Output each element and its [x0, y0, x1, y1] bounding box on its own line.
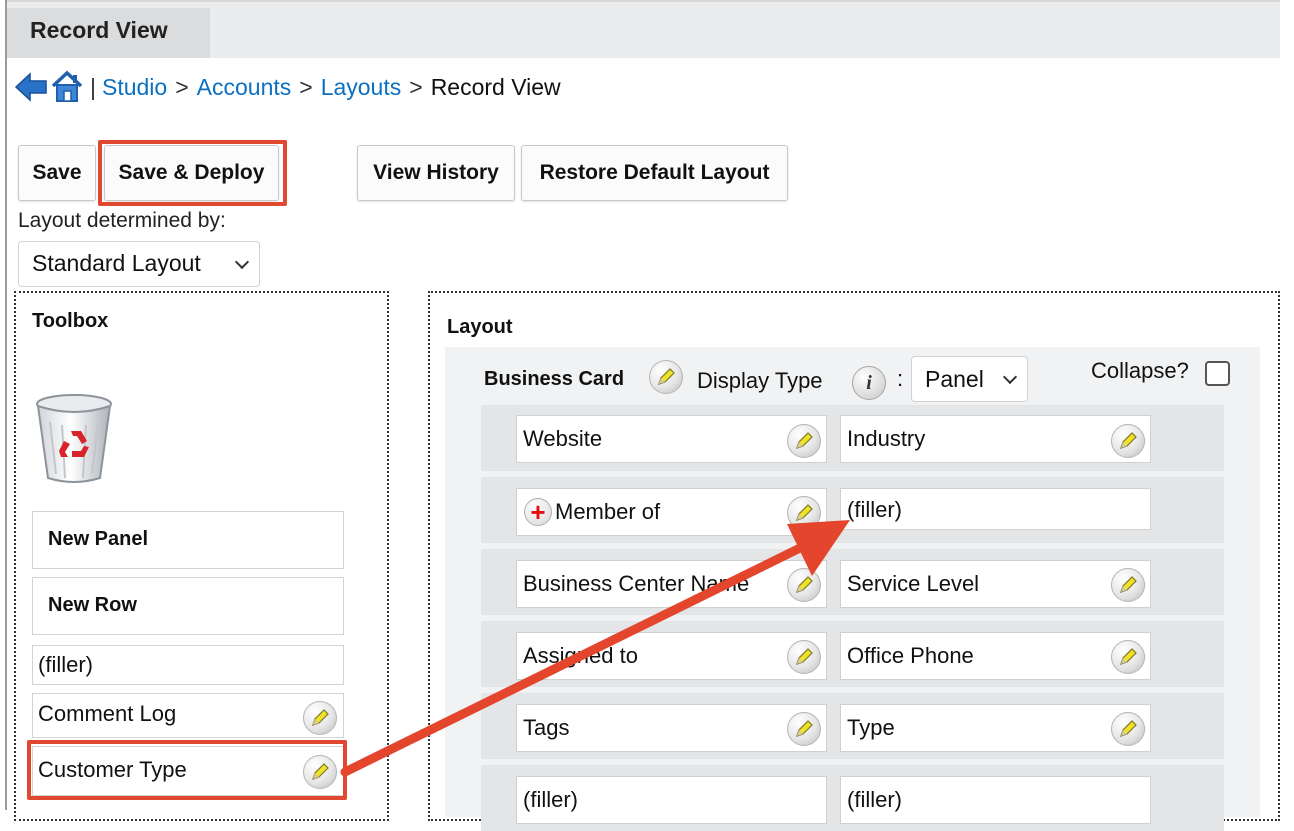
- view-history-button[interactable]: View History: [357, 145, 515, 201]
- pencil-icon[interactable]: [649, 360, 683, 394]
- pencil-icon[interactable]: [787, 424, 821, 458]
- pencil-icon[interactable]: [1111, 568, 1145, 602]
- field-filler[interactable]: (filler): [516, 776, 827, 824]
- trash-icon[interactable]: [34, 392, 114, 484]
- field-filler[interactable]: (filler): [840, 488, 1151, 530]
- tab-record-view[interactable]: Record View: [7, 8, 210, 58]
- panel-name: Business Card: [484, 368, 625, 390]
- toolbox-item-label: Comment Log: [38, 701, 177, 726]
- pencil-icon[interactable]: [787, 640, 821, 674]
- toolbox-item-new-panel[interactable]: New Panel: [32, 511, 344, 569]
- breadcrumb-pipe: |: [90, 73, 96, 100]
- pencil-icon[interactable]: [303, 755, 337, 789]
- layout-determined-label: Layout determined by:: [18, 209, 226, 232]
- field-label: Website: [523, 426, 603, 451]
- field-label: (filler): [847, 787, 902, 812]
- display-type-colon: :: [897, 366, 904, 391]
- save-deploy-button[interactable]: Save & Deploy: [104, 145, 279, 201]
- field-label: Industry: [847, 426, 926, 451]
- toolbox-title: Toolbox: [32, 310, 109, 332]
- pencil-icon[interactable]: [787, 496, 821, 530]
- display-type-value: Panel: [925, 366, 984, 392]
- layout-title: Layout: [447, 316, 513, 338]
- display-type-select[interactable]: Panel: [911, 356, 1028, 402]
- breadcrumb-separator: >: [299, 73, 313, 100]
- field-tags[interactable]: Tags: [516, 704, 827, 752]
- field-office-phone[interactable]: Office Phone: [840, 632, 1151, 680]
- field-label: (filler): [847, 497, 902, 522]
- toolbox-item-filler[interactable]: (filler): [32, 645, 344, 685]
- display-type-label: Display Type: [697, 368, 823, 393]
- field-service-level[interactable]: Service Level: [840, 560, 1151, 608]
- toolbox-item-label: Customer Type: [38, 757, 187, 782]
- field-industry[interactable]: Industry: [840, 415, 1151, 463]
- field-type[interactable]: Type: [840, 704, 1151, 752]
- collapse-checkbox[interactable]: [1205, 361, 1230, 386]
- pencil-icon[interactable]: [1111, 424, 1145, 458]
- home-icon[interactable]: [50, 70, 84, 104]
- breadcrumb-accounts-link[interactable]: Accounts: [197, 74, 292, 101]
- field-filler[interactable]: (filler): [840, 776, 1151, 824]
- field-label: Assigned to: [523, 643, 638, 668]
- field-assigned-to[interactable]: Assigned to: [516, 632, 827, 680]
- layout-determined-value: Standard Layout: [32, 250, 201, 276]
- pencil-icon[interactable]: [303, 701, 337, 735]
- collapse-label: Collapse?: [1091, 358, 1189, 383]
- back-arrow-icon[interactable]: [14, 71, 48, 103]
- breadcrumb-separator: >: [175, 73, 189, 100]
- save-button[interactable]: Save: [18, 145, 96, 201]
- frame-border: [5, 0, 7, 810]
- field-label: Tags: [523, 715, 570, 740]
- chevron-down-icon: [1002, 369, 1018, 385]
- pencil-icon[interactable]: [1111, 640, 1145, 674]
- breadcrumb: | Studio > Accounts > Layouts > Record V…: [14, 66, 561, 108]
- field-label: Service Level: [847, 571, 980, 596]
- plus-icon[interactable]: +: [524, 497, 552, 526]
- field-website[interactable]: Website: [516, 415, 827, 463]
- restore-default-layout-button[interactable]: Restore Default Layout: [521, 145, 788, 201]
- field-label: Member of: [555, 499, 661, 524]
- field-business-center-name[interactable]: Business Center Name: [516, 560, 827, 608]
- field-label: Business Center Name: [523, 571, 750, 596]
- pencil-icon[interactable]: [787, 712, 821, 746]
- chevron-down-icon: [234, 254, 250, 270]
- toolbox-item-comment-log[interactable]: Comment Log: [32, 693, 344, 738]
- info-icon[interactable]: i: [852, 366, 886, 400]
- pencil-icon[interactable]: [1111, 712, 1145, 746]
- toolbox-item-customer-type[interactable]: Customer Type: [32, 746, 344, 796]
- breadcrumb-studio-link[interactable]: Studio: [102, 74, 167, 101]
- pencil-icon[interactable]: [787, 568, 821, 602]
- field-member-of[interactable]: + Member of: [516, 488, 827, 536]
- toolbox-item-new-row[interactable]: New Row: [32, 577, 344, 635]
- layout-determined-select[interactable]: Standard Layout: [18, 241, 260, 287]
- field-label: (filler): [523, 787, 578, 812]
- breadcrumb-current: Record View: [430, 73, 561, 100]
- breadcrumb-separator: >: [409, 73, 423, 100]
- breadcrumb-layouts-link[interactable]: Layouts: [321, 74, 402, 101]
- field-label: Type: [847, 715, 895, 740]
- field-label: Office Phone: [847, 643, 974, 668]
